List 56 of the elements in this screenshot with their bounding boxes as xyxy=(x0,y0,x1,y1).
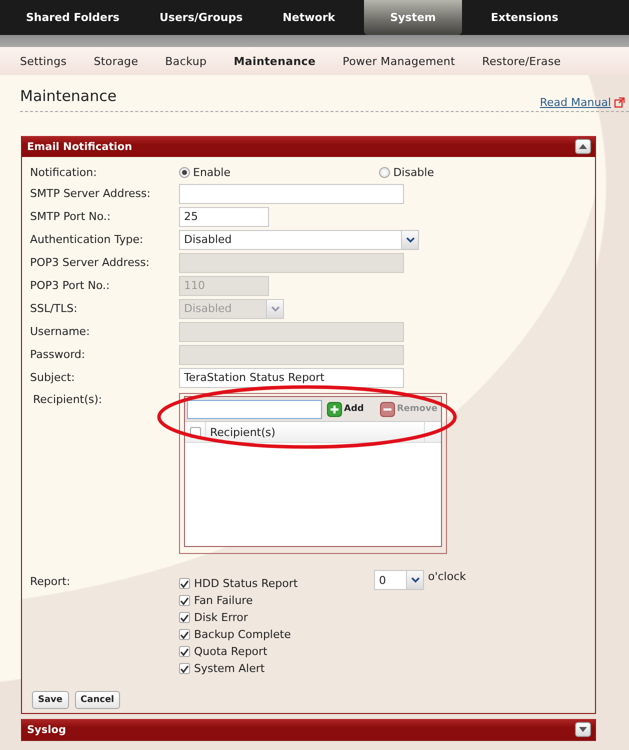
report-checkbox[interactable]: HDD Status Report xyxy=(179,575,374,592)
external-link-icon xyxy=(614,97,625,108)
dropdown[interactable]: Disabled xyxy=(179,230,419,250)
panel-title: Syslog xyxy=(27,724,66,736)
report-checkbox[interactable]: System Alert xyxy=(179,660,374,677)
text-field[interactable] xyxy=(179,184,404,204)
column-header: Recipient(s) xyxy=(206,422,425,442)
read-manual-link[interactable]: Read Manual xyxy=(540,96,611,109)
subnav-tab[interactable]: Power Management xyxy=(342,54,482,68)
form-button[interactable]: Save xyxy=(32,691,69,709)
nav-tab[interactable]: Shared Folders xyxy=(6,0,140,35)
field-label: POP3 Port No.: xyxy=(30,279,111,292)
field-label: SMTP Port No.: xyxy=(30,210,112,223)
field-label: SMTP Server Address: xyxy=(30,187,152,200)
report-checkbox[interactable]: Backup Complete xyxy=(179,626,374,643)
report-checkbox[interactable]: Fan Failure xyxy=(179,592,374,609)
chevron-icon xyxy=(410,577,420,583)
nav-tab[interactable]: System xyxy=(364,0,462,35)
hour-suffix: o'clock xyxy=(428,570,466,583)
hour-dropdown[interactable]: 0 xyxy=(374,570,424,590)
subnav-tab[interactable]: Settings xyxy=(20,54,94,68)
recipient-input[interactable] xyxy=(187,400,322,418)
field-label: Recipient(s): xyxy=(32,393,104,406)
nav-tab[interactable]: Users/Groups xyxy=(139,0,263,35)
plus-icon xyxy=(327,402,342,416)
collapse-button[interactable] xyxy=(575,722,591,737)
text-field[interactable]: 25 xyxy=(179,206,269,226)
minus-icon xyxy=(380,402,395,416)
field-label: Username: xyxy=(30,325,91,338)
field-label: Report: xyxy=(30,575,72,588)
down-triangle-icon xyxy=(578,726,588,733)
field-label: Authentication Type: xyxy=(30,233,144,246)
chevron-icon xyxy=(406,236,414,242)
form-button[interactable]: Cancel xyxy=(74,691,120,709)
page-title: Maintenance xyxy=(20,87,117,105)
field-label: Subject: xyxy=(30,371,76,384)
add-button[interactable]: Add xyxy=(325,402,366,416)
subnav-tab[interactable]: Backup xyxy=(165,54,234,68)
up-triangle-icon xyxy=(578,143,588,150)
text-field[interactable]: TeraStation Status Report xyxy=(179,368,404,388)
subnav-tab[interactable]: Restore/Erase xyxy=(482,54,588,68)
chevron-icon xyxy=(270,306,280,312)
field-label: Password: xyxy=(30,348,86,361)
report-checkbox[interactable]: Disk Error xyxy=(179,609,374,626)
collapse-button[interactable] xyxy=(575,139,591,154)
report-checkbox[interactable]: Quota Report xyxy=(179,643,374,660)
field-label: SSL/TLS: xyxy=(30,302,78,315)
field-label: POP3 Server Address: xyxy=(30,256,151,269)
field-label: Notification: xyxy=(30,166,98,179)
radio-option[interactable]: Enable xyxy=(179,166,230,179)
nav-tab[interactable]: Extensions xyxy=(470,0,578,35)
panel-title: Email Notification xyxy=(27,140,132,152)
subnav-tab[interactable]: Storage xyxy=(94,54,166,68)
subnav-tab[interactable]: Maintenance xyxy=(234,54,343,68)
radio-option[interactable]: Disable xyxy=(379,166,434,179)
nav-tab[interactable]: Network xyxy=(262,0,356,35)
